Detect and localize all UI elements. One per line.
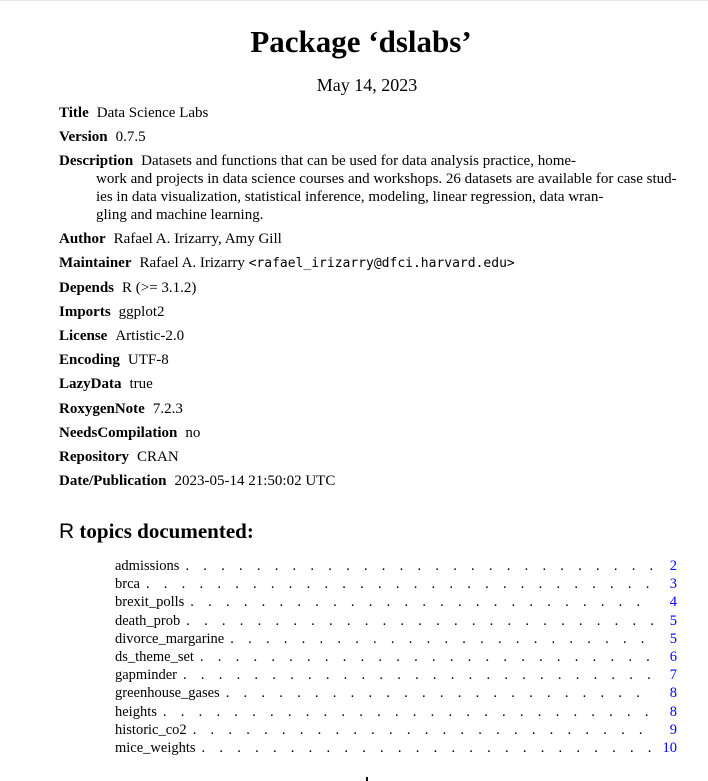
field-maintainer: Maintainer Rafael A. Irizarry <rafael_iri…: [59, 254, 515, 273]
field-depends: Depends R (>= 3.1.2): [59, 279, 196, 297]
field-value: UTF-8: [127, 352, 169, 368]
toc-entry-name[interactable]: divorce_margarine: [115, 630, 230, 648]
description-line: gling and machine learning.: [96, 207, 264, 223]
field-value: Artistic-2.0: [115, 328, 185, 344]
topics-toc: admissions . . . . . . . . . . . . . . .…: [115, 557, 677, 757]
field-value: 7.2.3: [152, 401, 183, 417]
toc-entry[interactable]: greenhouse_gases . . . . . . . . . . . .…: [115, 684, 677, 702]
field-version: Version 0.7.5: [59, 128, 146, 146]
toc-entry-name[interactable]: historic_co2: [115, 721, 193, 739]
toc-entry[interactable]: death_prob . . . . . . . . . . . . . . .…: [115, 612, 677, 630]
field-value: R (>= 3.1.2): [122, 280, 197, 296]
toc-entry-name[interactable]: greenhouse_gases: [115, 684, 226, 702]
field-value: no: [185, 425, 201, 441]
toc-entry[interactable]: divorce_margarine . . . . . . . . . . . …: [115, 630, 677, 648]
field-value: true: [129, 376, 153, 392]
field-value: ggplot2: [118, 304, 165, 320]
field-key: Depends: [59, 280, 115, 296]
field-key: LazyData: [59, 376, 122, 392]
toc-leader-dots: . . . . . . . . . . . . . . . . . . . . …: [192, 721, 655, 738]
description-line: ies in data visualization, statistical i…: [96, 189, 604, 205]
toc-entry[interactable]: gapminder . . . . . . . . . . . . . . . …: [115, 666, 677, 684]
toc-entry-name[interactable]: admissions: [115, 557, 185, 575]
toc-page-link[interactable]: 7: [655, 666, 677, 684]
field-key: Encoding: [59, 352, 120, 368]
field-key: License: [59, 328, 108, 344]
field-key: Version: [59, 129, 108, 145]
toc-page-link[interactable]: 10: [655, 739, 678, 757]
toc-entry[interactable]: ds_theme_set . . . . . . . . . . . . . .…: [115, 648, 677, 666]
field-key: RoxygenNote: [59, 401, 145, 417]
toc-leader-dots: . . . . . . . . . . . . . . . . . . . . …: [162, 703, 655, 720]
toc-entry[interactable]: admissions . . . . . . . . . . . . . . .…: [115, 557, 677, 575]
field-needscompilation: NeedsCompilation no: [59, 424, 200, 442]
toc-entry[interactable]: mice_weights . . . . . . . . . . . . . .…: [115, 739, 677, 757]
field-key: Imports: [59, 304, 111, 320]
field-description: Description Datasets and functions that c…: [59, 152, 576, 170]
topics-heading-text: topics documented:: [79, 519, 254, 543]
field-key: Author: [59, 231, 106, 247]
field-key: Maintainer: [59, 255, 132, 271]
field-key: Repository: [59, 449, 129, 465]
field-imports: Imports ggplot2: [59, 303, 165, 321]
topics-heading: R topics documented:: [59, 518, 254, 545]
toc-leader-dots: . . . . . . . . . . . . . . . . . . . . …: [190, 594, 655, 611]
field-key: Description: [59, 153, 134, 169]
toc-entry[interactable]: heights . . . . . . . . . . . . . . . . …: [115, 703, 677, 721]
toc-page-link[interactable]: 2: [655, 557, 677, 575]
toc-leader-dots: . . . . . . . . . . . . . . . . . . . . …: [185, 558, 655, 574]
toc-page-link[interactable]: 3: [655, 575, 677, 593]
package-title: Package ‘dslabs’: [250, 24, 472, 59]
toc-leader-dots: . . . . . . . . . . . . . . . . . . . . …: [199, 648, 655, 665]
toc-entry[interactable]: historic_co2 . . . . . . . . . . . . . .…: [115, 721, 677, 739]
field-value: CRAN: [137, 449, 179, 465]
field-date-publication: Date/Publication 2023-05-14 21:50:02 UTC: [59, 472, 335, 490]
toc-entry[interactable]: brca . . . . . . . . . . . . . . . . . .…: [115, 575, 677, 593]
toc-page-link[interactable]: 6: [655, 648, 677, 666]
toc-page-link[interactable]: 5: [655, 630, 677, 648]
toc-entry[interactable]: brexit_polls . . . . . . . . . . . . . .…: [115, 593, 677, 611]
toc-page-link[interactable]: 9: [655, 721, 677, 739]
field-license: License Artistic-2.0: [59, 327, 184, 345]
toc-leader-dots: . . . . . . . . . . . . . . . . . . . . …: [186, 612, 655, 629]
field-roxygennote: RoxygenNote 7.2.3: [59, 400, 183, 418]
field-key: NeedsCompilation: [59, 425, 178, 441]
field-key: Title: [59, 105, 89, 121]
page-top-border: [0, 0, 708, 1]
field-repository: Repository CRAN: [59, 448, 179, 466]
toc-page-link[interactable]: 8: [655, 684, 677, 702]
field-title: Title Data Science Labs: [59, 104, 208, 122]
field-lazydata: LazyData true: [59, 375, 153, 393]
toc-page-link[interactable]: 5: [655, 612, 677, 630]
package-date: May 14, 2023: [316, 75, 418, 95]
toc-entry-name[interactable]: ds_theme_set: [115, 648, 200, 666]
toc-entry-name[interactable]: heights: [115, 703, 163, 721]
maintainer-email: <rafael_irizarry@dfci.harvard.edu>: [248, 256, 515, 271]
field-value: Data Science Labs: [96, 105, 209, 121]
r-logo-letter: R: [59, 520, 75, 543]
field-value: Rafael A. Irizarry: [139, 255, 245, 271]
toc-leader-dots: . . . . . . . . . . . . . . . . . . . . …: [145, 576, 655, 593]
description-line: work and projects in data science course…: [96, 171, 677, 187]
toc-leader-dots: . . . . . . . . . . . . . . . . . . . . …: [225, 685, 655, 702]
toc-entry-name[interactable]: gapminder: [115, 666, 183, 684]
toc-leader-dots: . . . . . . . . . . . . . . . . . . . . …: [183, 667, 655, 684]
toc-page-link[interactable]: 8: [655, 703, 677, 721]
field-value: 2023-05-14 21:50:02 UTC: [174, 473, 336, 489]
toc-leader-dots: . . . . . . . . . . . . . . . . . . . . …: [230, 630, 655, 647]
field-key: Date/Publication: [59, 473, 167, 489]
toc-entry-name[interactable]: mice_weights: [115, 739, 202, 757]
toc-entry-name[interactable]: brca: [115, 575, 146, 593]
field-value: 0.7.5: [115, 129, 146, 145]
toc-page-link[interactable]: 4: [655, 593, 677, 611]
page-footer-mark: [366, 777, 368, 781]
description-line: Datasets and functions that can be used …: [141, 153, 577, 169]
field-value: Rafael A. Irizarry, Amy Gill: [113, 231, 282, 247]
toc-entry-name[interactable]: brexit_polls: [115, 593, 190, 611]
toc-leader-dots: . . . . . . . . . . . . . . . . . . . . …: [201, 739, 655, 756]
field-author: Author Rafael A. Irizarry, Amy Gill: [59, 230, 282, 248]
toc-entry-name[interactable]: death_prob: [115, 612, 186, 630]
field-encoding: Encoding UTF-8: [59, 351, 169, 369]
